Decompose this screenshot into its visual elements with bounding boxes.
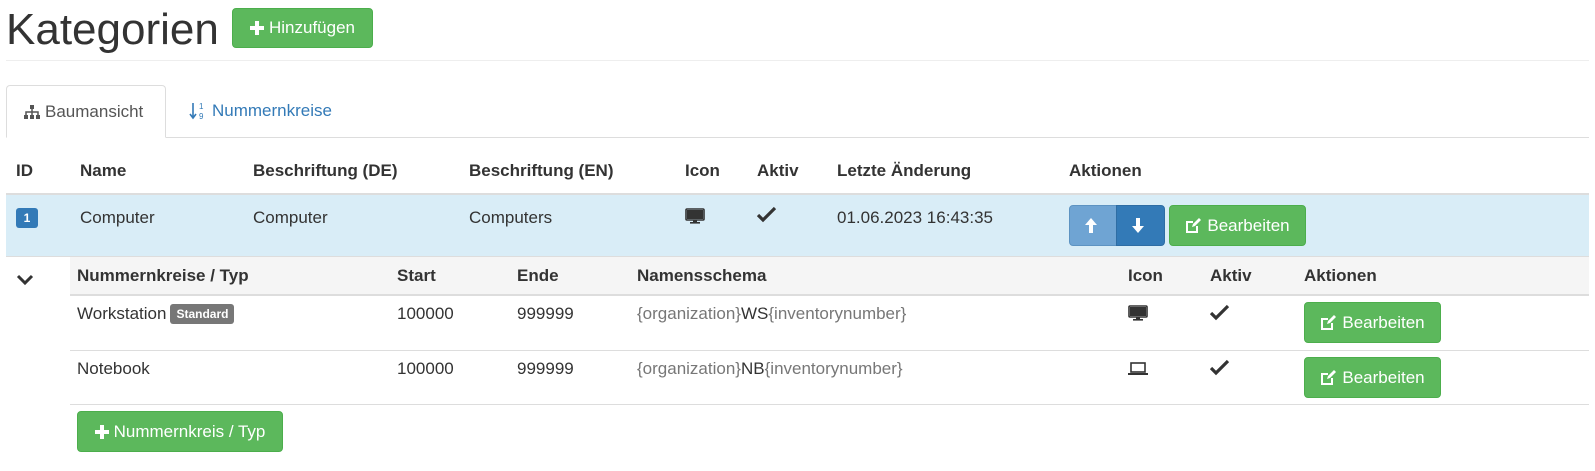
subcol-icon: Icon	[1128, 266, 1163, 285]
page-header: Kategorien	[6, 0, 219, 60]
add-number-range-button[interactable]: Nummernkreis / Typ	[77, 411, 283, 452]
check-icon	[1209, 359, 1230, 376]
schema-suffix: {inventorynumber}	[764, 359, 903, 378]
check-icon	[1209, 304, 1230, 321]
edit-category-button[interactable]: Bearbeiten	[1169, 205, 1306, 246]
schema-code: NB	[740, 359, 765, 378]
type-name: Workstation	[77, 304, 167, 323]
tab-baumansicht[interactable]: Baumansicht	[6, 85, 166, 138]
edit-icon	[1186, 217, 1202, 233]
subcell-icon	[1128, 361, 1148, 381]
plus-icon	[249, 21, 264, 35]
expand-toggle[interactable]	[16, 272, 34, 292]
col-active: Aktiv	[757, 161, 799, 180]
subcell-active	[1209, 359, 1230, 381]
subcol-active: Aktiv	[1210, 266, 1252, 285]
subheader-separator	[70, 294, 1589, 296]
laptop-icon	[1128, 362, 1148, 375]
subcol-type: Nummernkreise / Typ	[77, 266, 249, 285]
tab-baumansicht-label: Baumansicht	[45, 101, 144, 121]
arrow-down-icon	[1132, 218, 1144, 233]
col-last-change: Letzte Änderung	[837, 161, 972, 180]
col-id: ID	[16, 161, 33, 180]
cell-active	[756, 206, 777, 228]
tab-nummernkreise-label: Nummernkreise	[212, 101, 332, 120]
subcol-schema: Namensschema	[637, 266, 767, 285]
cell-label-en: Computers	[469, 208, 553, 227]
desktop-icon	[685, 208, 705, 224]
add-number-range-label: Nummernkreis / Typ	[113, 421, 266, 441]
edit-workstation-label: Bearbeiten	[1342, 312, 1425, 332]
add-category-label: Hinzufügen	[268, 18, 355, 37]
cell-label-de: Computer	[253, 208, 328, 227]
schema-prefix: {organization}	[637, 359, 741, 378]
cell-last-change: 01.06.2023 16:43:35	[837, 208, 993, 227]
tab-nummernkreise[interactable]: 19 Nummernkreise	[172, 85, 349, 137]
subcell-end: 999999	[517, 359, 574, 378]
arrow-up-icon	[1084, 218, 1097, 233]
plus-icon	[94, 424, 109, 439]
subcol-actions: Aktionen	[1304, 266, 1377, 285]
cell-icon	[685, 208, 705, 229]
col-label-de: Beschriftung (DE)	[253, 161, 398, 180]
subcell-schema: {organization}WS{inventorynumber}	[637, 304, 906, 324]
subcell-type: Notebook	[77, 359, 150, 378]
desktop-icon	[1128, 305, 1148, 321]
row-separator	[70, 350, 1589, 351]
check-icon	[756, 206, 777, 223]
col-name: Name	[80, 161, 127, 180]
id-badge: 1	[16, 208, 38, 228]
add-category-button[interactable]: Hinzufügen	[232, 8, 373, 48]
edit-notebook-button[interactable]: Bearbeiten	[1304, 357, 1441, 398]
subcell-start: 100000	[397, 304, 454, 323]
subcell-end: 999999	[517, 304, 574, 323]
divider	[6, 60, 1589, 61]
subcol-end: Ende	[517, 266, 559, 285]
subcell-type: Workstation Standard	[77, 303, 235, 325]
standard-badge: Standard	[170, 303, 235, 324]
page-title: Kategorien	[6, 5, 219, 54]
move-up-button[interactable]	[1069, 205, 1117, 246]
chevron-down-icon	[16, 274, 34, 286]
schema-suffix: {inventorynumber}	[768, 304, 907, 323]
col-icon: Icon	[685, 161, 720, 180]
col-label-en: Beschriftung (EN)	[469, 161, 614, 180]
col-actions: Aktionen	[1069, 161, 1142, 180]
sitemap-icon	[24, 104, 40, 119]
edit-workstation-button[interactable]: Bearbeiten	[1304, 302, 1441, 343]
subcell-icon	[1128, 305, 1148, 326]
edit-notebook-label: Bearbeiten	[1342, 367, 1425, 387]
sort-numeric-icon: 19	[189, 102, 204, 121]
subcol-start: Start	[397, 266, 436, 285]
subcell-start: 100000	[397, 359, 454, 378]
cell-name: Computer	[80, 208, 155, 227]
tab-bar: Baumansicht 19 Nummernkreise	[6, 85, 1589, 138]
edit-icon	[1321, 314, 1337, 330]
svg-text:9: 9	[199, 112, 204, 121]
table-row	[6, 195, 1589, 256]
edit-icon	[1321, 369, 1337, 385]
svg-text:1: 1	[199, 102, 204, 111]
subcell-schema: {organization}NB{inventorynumber}	[637, 359, 903, 379]
move-down-button[interactable]	[1116, 205, 1165, 246]
schema-code: WS	[740, 304, 769, 323]
edit-category-label: Bearbeiten	[1207, 215, 1290, 235]
schema-prefix: {organization}	[637, 304, 741, 323]
row-separator	[70, 404, 1589, 405]
subcell-active	[1209, 304, 1230, 326]
